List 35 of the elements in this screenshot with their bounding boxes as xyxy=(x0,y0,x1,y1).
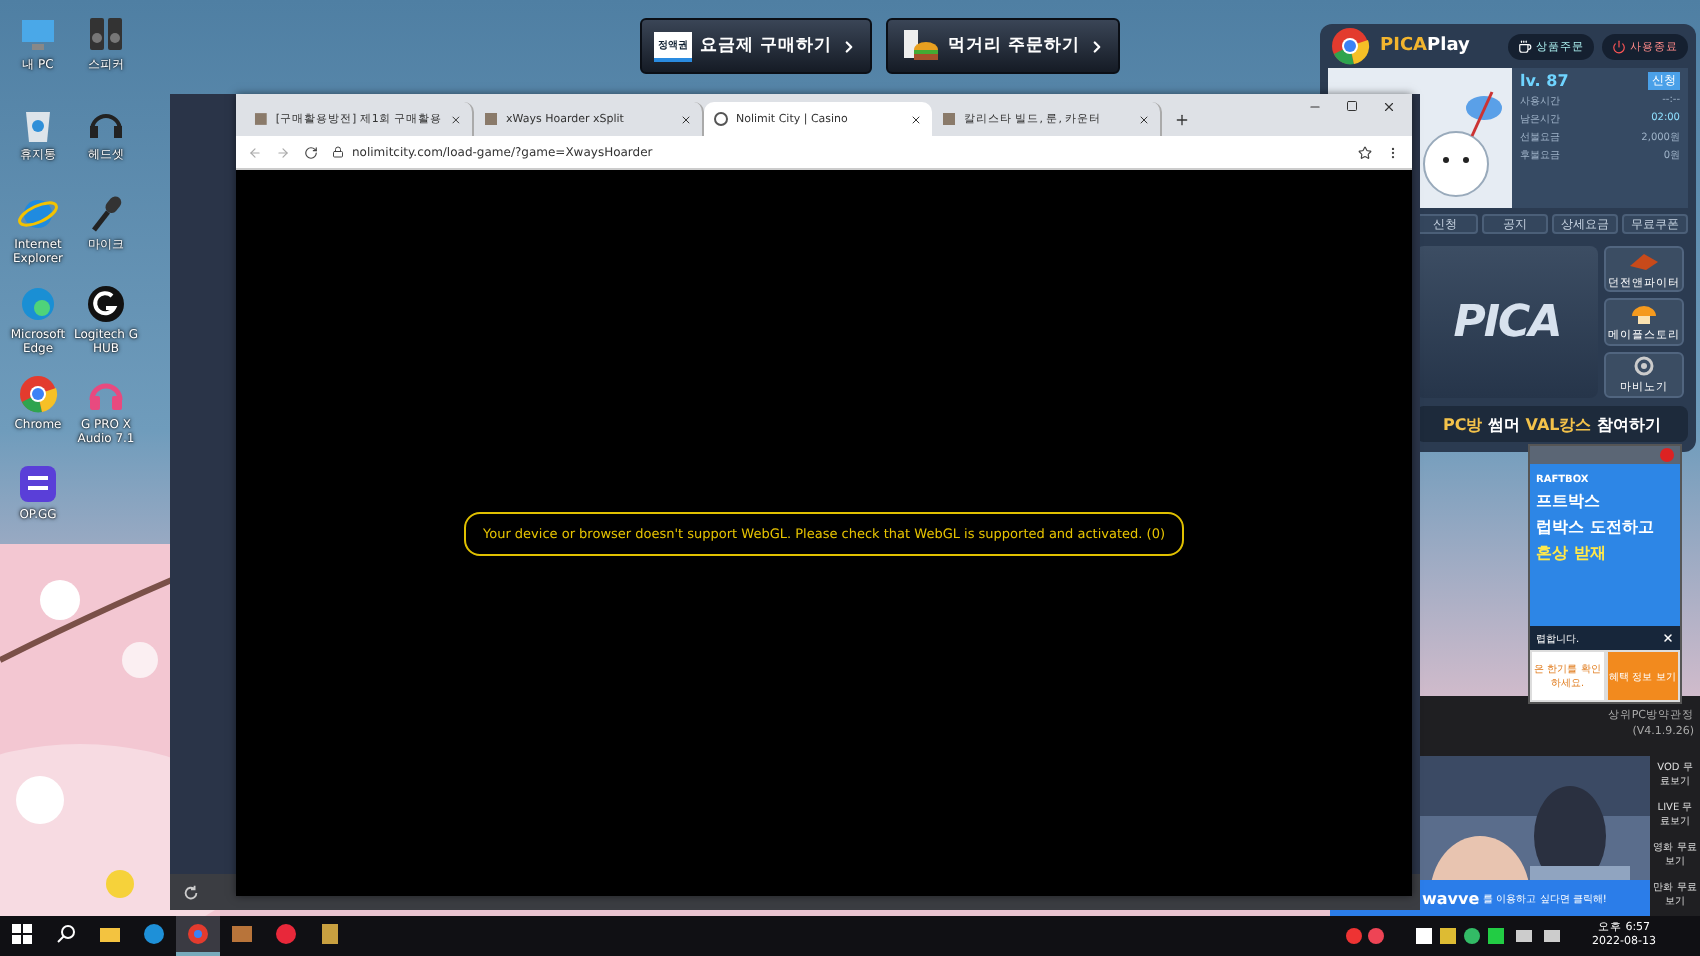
chrome-icon xyxy=(1328,24,1372,68)
ad-headline: 럽박스 도전하고 xyxy=(1536,516,1656,538)
chrome-icon[interactable] xyxy=(184,920,212,948)
maximize-icon[interactable] xyxy=(1346,99,1358,111)
edge-icon xyxy=(16,282,60,326)
ad-headline: 프트박스 xyxy=(1536,490,1602,512)
lock-icon xyxy=(332,146,344,158)
ad-headline: 혼상 받재 xyxy=(1536,542,1608,564)
reload-icon[interactable] xyxy=(304,145,318,159)
page-icon xyxy=(254,112,268,126)
burger-icon xyxy=(899,26,940,66)
mushroom-icon xyxy=(1628,301,1660,326)
pica-logo: PICA xyxy=(1453,297,1561,347)
cup-icon xyxy=(1518,39,1532,53)
speaker-icon xyxy=(84,12,128,56)
edge-icon[interactable] xyxy=(140,920,168,948)
windows-icon[interactable] xyxy=(12,924,32,944)
star-icon[interactable] xyxy=(1358,145,1372,159)
menu-icon[interactable] xyxy=(1386,145,1400,159)
search-icon[interactable] xyxy=(56,924,76,944)
lol-icon[interactable] xyxy=(316,920,344,948)
page-icon xyxy=(942,112,956,126)
chrome-icon xyxy=(16,372,60,416)
app-icon[interactable] xyxy=(272,920,300,948)
opgg-icon xyxy=(16,462,60,506)
event-banner[interactable]: PC방 썸머 VAL캉스 참여하기 xyxy=(1416,406,1688,442)
new-tab-icon[interactable] xyxy=(1174,112,1190,128)
ghub-icon xyxy=(84,282,128,326)
brand-logo: PICAPlay xyxy=(1380,36,1470,56)
refresh-icon[interactable] xyxy=(182,883,200,901)
power-icon xyxy=(1612,39,1626,53)
game-icon[interactable] xyxy=(228,920,256,948)
level-text: lv. 87 xyxy=(1520,72,1569,90)
promo-button[interactable]: 먹거리 주문하기 xyxy=(885,18,1120,74)
page-icon xyxy=(484,112,498,126)
